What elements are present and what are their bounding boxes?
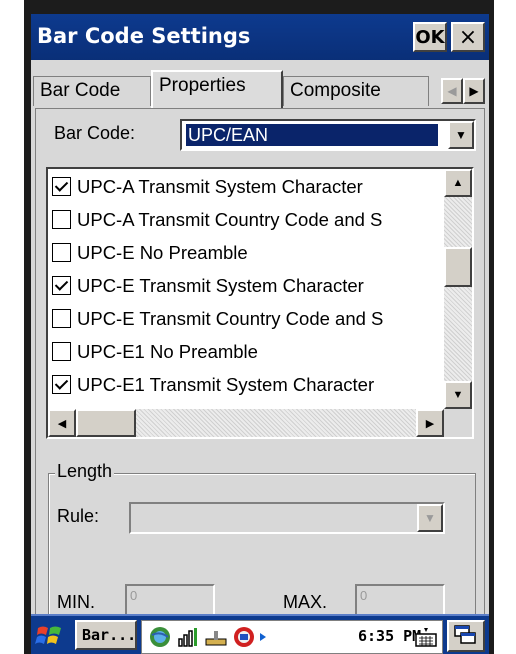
checkbox-checked[interactable] [52,275,71,295]
option-item[interactable]: UPC-E No Preamble [52,237,444,269]
option-label: UPC-E1 Transmit System Character [77,374,375,395]
tab-properties[interactable]: Properties [151,70,283,108]
scroll-left-icon[interactable]: ◀ [48,409,76,437]
checkbox-checked[interactable] [52,374,71,394]
checkbox-unchecked[interactable] [52,341,71,361]
tab-scroll-right-icon[interactable]: ▶ [463,78,485,104]
scroll-down-icon[interactable]: ▼ [444,381,472,409]
option-item[interactable]: UPC-A Transmit Country Code and S [52,204,444,236]
tab-composite[interactable]: Composite [283,76,429,106]
option-label: UPC-E Transmit System Character [77,275,364,296]
taskbar: Bar... 6:35 PM [31,614,489,654]
keyboard-icon[interactable] [414,625,438,649]
clock[interactable]: 6:35 PM [358,627,421,645]
length-group: Length Rule: ▼ MIN. 0 MAX. 0 [48,461,476,635]
scroll-thumb[interactable] [444,247,472,287]
option-label: UPC-A Transmit Country Code and S [77,209,383,230]
bar-code-label: Bar Code: [54,123,136,143]
screen: Bar Code Settings OK × Bar Code Properti… [31,14,489,654]
internet-explorer-icon[interactable] [148,625,172,649]
rule-dropdown[interactable]: ▼ [129,502,445,534]
scrollbar-corner [444,409,472,437]
horizontal-scroll-thumb[interactable] [76,409,136,437]
task-button[interactable]: Bar... [75,620,137,650]
option-item[interactable]: UPC-E1 No Preamble [52,336,444,368]
checkbox-unchecked[interactable] [52,209,71,229]
title-bar: Bar Code Settings OK × [31,14,489,60]
properties-panel: Bar Code: UPC/EAN ▼ UPC-A Transmit Syste… [35,108,485,635]
options-list-items: UPC-A Transmit System Character UPC-A Tra… [48,169,444,409]
length-group-title: Length [55,461,115,482]
system-tray: 6:35 PM [141,620,443,654]
option-label: UPC-A Transmit System Character [77,176,363,197]
tab-strip: Bar Code Properties Composite ◀ ▶ [31,60,489,110]
rule-dropdown-arrow-icon[interactable]: ▼ [417,504,443,532]
option-label: UPC-E Transmit Country Code and S [77,308,384,329]
tab-scroll-left-icon[interactable]: ◀ [441,78,463,104]
min-label: MIN. [57,592,95,612]
scroll-right-icon[interactable]: ▶ [416,409,444,437]
device-frame: Bar Code Settings OK × Bar Code Properti… [24,0,494,654]
max-label: MAX. [283,592,328,612]
signal-icon[interactable] [176,625,200,649]
bar-code-dropdown[interactable]: UPC/EAN ▼ [180,119,476,151]
option-label: UPC-E No Preamble [77,242,248,263]
checkbox-unchecked[interactable] [52,308,71,328]
ok-button[interactable]: OK [413,22,447,52]
checkbox-checked[interactable] [52,176,71,196]
dropdown-arrow-icon[interactable]: ▼ [448,121,474,149]
connection-icon[interactable] [204,625,228,649]
min-field[interactable]: 0 [125,584,215,618]
option-item[interactable]: UPC-E Transmit System Character [52,270,444,302]
max-field[interactable]: 0 [355,584,445,618]
options-list[interactable]: UPC-A Transmit System Character UPC-A Tra… [46,167,474,439]
window-title: Bar Code Settings [37,24,251,48]
vertical-scrollbar[interactable]: ▲ ▼ [444,169,472,409]
rule-label: Rule: [57,506,100,526]
option-item[interactable]: UPC-E Transmit Country Code and S [52,303,444,335]
tab-bar-code[interactable]: Bar Code [33,76,151,106]
arrow-right-icon[interactable] [256,625,270,649]
option-item[interactable]: UPC-E1 Transmit System Character [52,369,444,401]
scroll-up-icon[interactable]: ▲ [444,169,472,197]
windows-icon [454,625,476,644]
desktop-button[interactable] [447,620,485,652]
network-icon[interactable] [232,625,256,649]
option-item[interactable]: UPC-A Transmit System Character [52,171,444,203]
option-label: UPC-E1 No Preamble [77,341,258,362]
checkbox-unchecked[interactable] [52,242,71,262]
bar-code-selected-value: UPC/EAN [186,124,438,146]
close-button[interactable]: × [451,22,485,52]
horizontal-scrollbar[interactable]: ◀ ▶ [48,409,444,437]
start-flag-icon[interactable] [35,622,65,650]
